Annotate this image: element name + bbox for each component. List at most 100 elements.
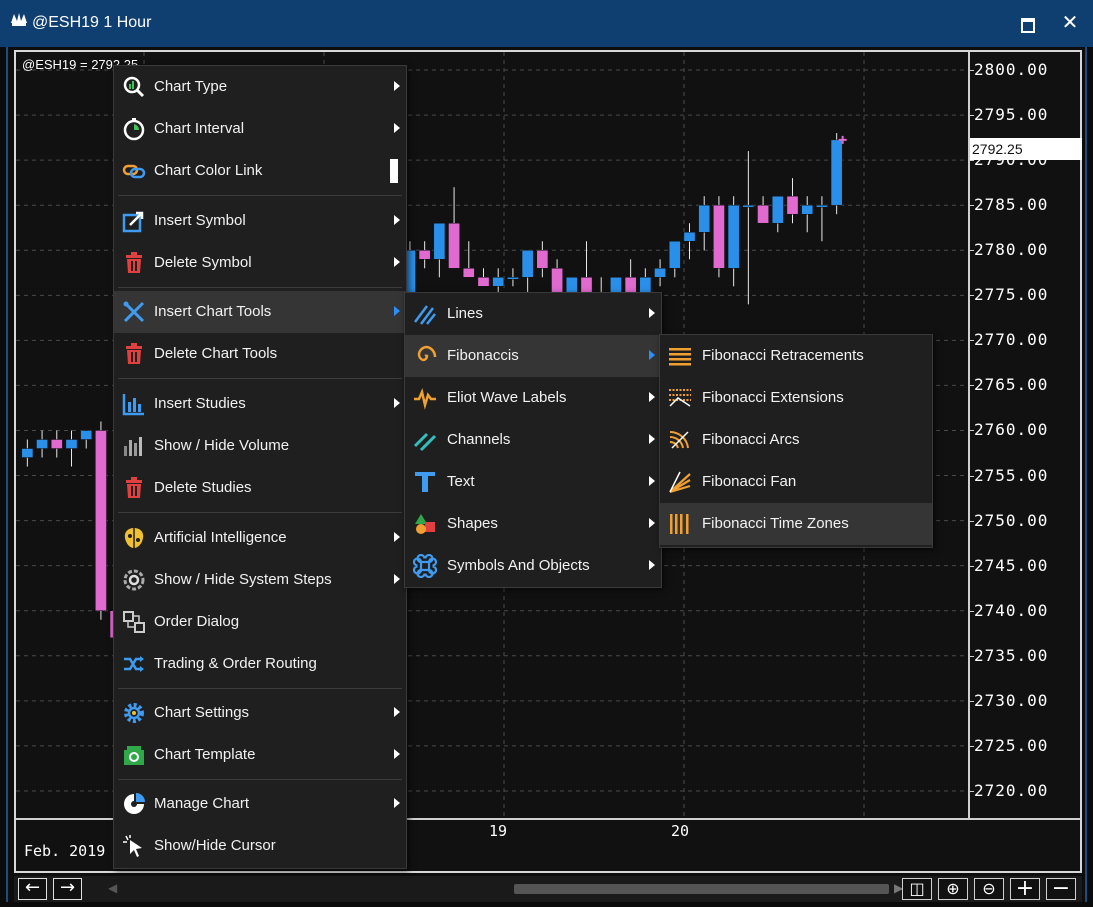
decrease-button[interactable]: − [1046,878,1076,900]
menu-separator [118,378,402,379]
candle-body [80,430,93,440]
candle-body [462,268,475,278]
menu-item-symbols-and-objects[interactable]: Symbols And Objects [405,545,661,587]
candle-body [713,204,725,269]
submenu-arrow-icon [394,749,400,759]
chart-tools-submenu: Lines Fibonaccis Eliot Wave Labels Chann… [404,292,662,588]
price-axis-label: 2730.00 [974,690,1049,710]
color-link-swatch [390,159,398,183]
menu-item-label: Fibonacci Time Zones [702,515,849,532]
price-axis-label: 2720.00 [974,780,1049,800]
zoom-out-icon[interactable]: ⊖ [974,878,1004,900]
candle-body [95,430,107,611]
menu-item-order-dialog[interactable]: Order Dialog [114,601,406,643]
menu-item-fibonacci-time-zones[interactable]: Fibonacci Time Zones [660,503,932,545]
menu-item-chart-type[interactable]: Chart Type [114,66,406,108]
menu-item-chart-interval[interactable]: Chart Interval [114,108,406,150]
menu-item-fibonaccis[interactable]: Fibonaccis [405,335,661,377]
menu-item-insert-symbol[interactable]: Insert Symbol [114,200,406,242]
candle-body [668,240,681,269]
symbols-icon [413,554,437,578]
horizontal-scrollbar-thumb[interactable] [514,884,889,894]
price-axis-label: 2780.00 [974,240,1049,260]
candle-body [492,277,505,287]
candle-body [771,195,784,224]
menu-item-channels[interactable]: Channels [405,419,661,461]
fib-extension-icon [669,389,691,407]
scrollbar-left-arrow-icon[interactable]: ◀ [108,881,117,895]
menu-item-delete-studies[interactable]: Delete Studies [114,467,406,509]
bar-spacing-icon[interactable]: ◫ [902,878,932,900]
menu-item-label: Delete Symbol [154,254,252,271]
increase-button[interactable]: + [1010,878,1040,900]
fib-retracement-icon [669,348,691,366]
price-axis-tick [968,340,974,342]
menu-item-manage-chart[interactable]: Manage Chart [114,783,406,825]
menu-item-label: Show / Hide System Steps [154,571,332,588]
candle-body [21,448,34,458]
price-axis-tick [968,790,974,792]
candle-body [757,204,769,224]
menu-item-label: Channels [447,431,511,448]
chart-interval-icon [123,118,145,141]
maximize-button[interactable] [1017,13,1037,33]
menu-separator [118,512,402,513]
candle-body [801,204,814,215]
candle-body [830,139,843,206]
menu-item-label: Chart Type [154,78,228,95]
menu-item-artificial-intelligence[interactable]: Artificial Intelligence [114,517,406,559]
scroll-left-button[interactable]: ← [18,878,47,900]
menu-item-chart-template[interactable]: Chart Template [114,734,406,776]
menu-item-shapes[interactable]: Shapes [405,503,661,545]
menu-item-fibonacci-retracements[interactable]: Fibonacci Retracements [660,335,932,377]
menu-item-label: Delete Studies [154,479,252,496]
price-axis-label: 2740.00 [974,600,1049,620]
menu-item-label: Fibonacci Retracements [702,347,864,364]
candle-body [448,222,460,269]
menu-item-lines[interactable]: Lines [405,293,661,335]
menu-item-fibonacci-fan[interactable]: Fibonacci Fan [660,461,932,503]
menu-item-label: Insert Studies [154,395,246,412]
menu-item-fibonacci-extensions[interactable]: Fibonacci Extensions [660,377,932,419]
menu-item-text[interactable]: Text [405,461,661,503]
elliot-wave-icon [414,387,436,410]
close-button[interactable]: ✕ [1059,11,1081,33]
price-axis-border [968,52,970,818]
menu-item-eliot-wave-labels[interactable]: Eliot Wave Labels [405,377,661,419]
submenu-arrow-icon [394,257,400,267]
menu-separator [118,688,402,689]
menu-item-label: Artificial Intelligence [154,529,287,546]
scroll-right-button[interactable]: → [53,878,82,900]
menu-item-chart-color-link[interactable]: Chart Color Link [114,150,406,192]
price-axis-tick [968,700,974,702]
price-axis-label: 2785.00 [974,195,1049,215]
menu-item-delete-chart-tools[interactable]: Delete Chart Tools [114,333,406,375]
price-axis-tick [968,565,974,567]
title-bar: @ESH19 1 Hour ✕ [0,0,1093,47]
price-axis-tick [968,520,974,522]
price-axis-label: 2745.00 [974,555,1049,575]
menu-item-label: Eliot Wave Labels [447,389,567,406]
menu-item-delete-symbol[interactable]: Delete Symbol [114,242,406,284]
submenu-arrow-icon [649,476,655,486]
menu-item-label: Insert Symbol [154,212,246,229]
menu-item-label: Show/Hide Cursor [154,837,276,854]
price-axis-label: 2735.00 [974,645,1049,665]
menu-item-insert-chart-tools[interactable]: Insert Chart Tools [114,291,406,333]
menu-item-label: Delete Chart Tools [154,345,278,362]
menu-item-show-hide-volume[interactable]: Show / Hide Volume [114,425,406,467]
lines-icon [414,305,436,325]
submenu-arrow-icon [649,350,655,360]
submenu-arrow-icon [394,574,400,584]
menu-item-chart-settings[interactable]: Chart Settings [114,692,406,734]
menu-item-insert-studies[interactable]: Insert Studies [114,383,406,425]
menu-item-show-hide-system-steps[interactable]: Show / Hide System Steps [114,559,406,601]
price-axis-tick [968,610,974,612]
price-axis-label: 2750.00 [974,510,1049,530]
menu-item-show-hide-cursor[interactable]: Show/Hide Cursor [114,825,406,867]
menu-item-trading-order-routing[interactable]: Trading & Order Routing [114,643,406,685]
menu-item-fibonacci-arcs[interactable]: Fibonacci Arcs [660,419,932,461]
price-axis-tick [968,205,974,207]
window-title: @ESH19 1 Hour [32,14,152,31]
zoom-in-icon[interactable]: ⊕ [938,878,968,900]
